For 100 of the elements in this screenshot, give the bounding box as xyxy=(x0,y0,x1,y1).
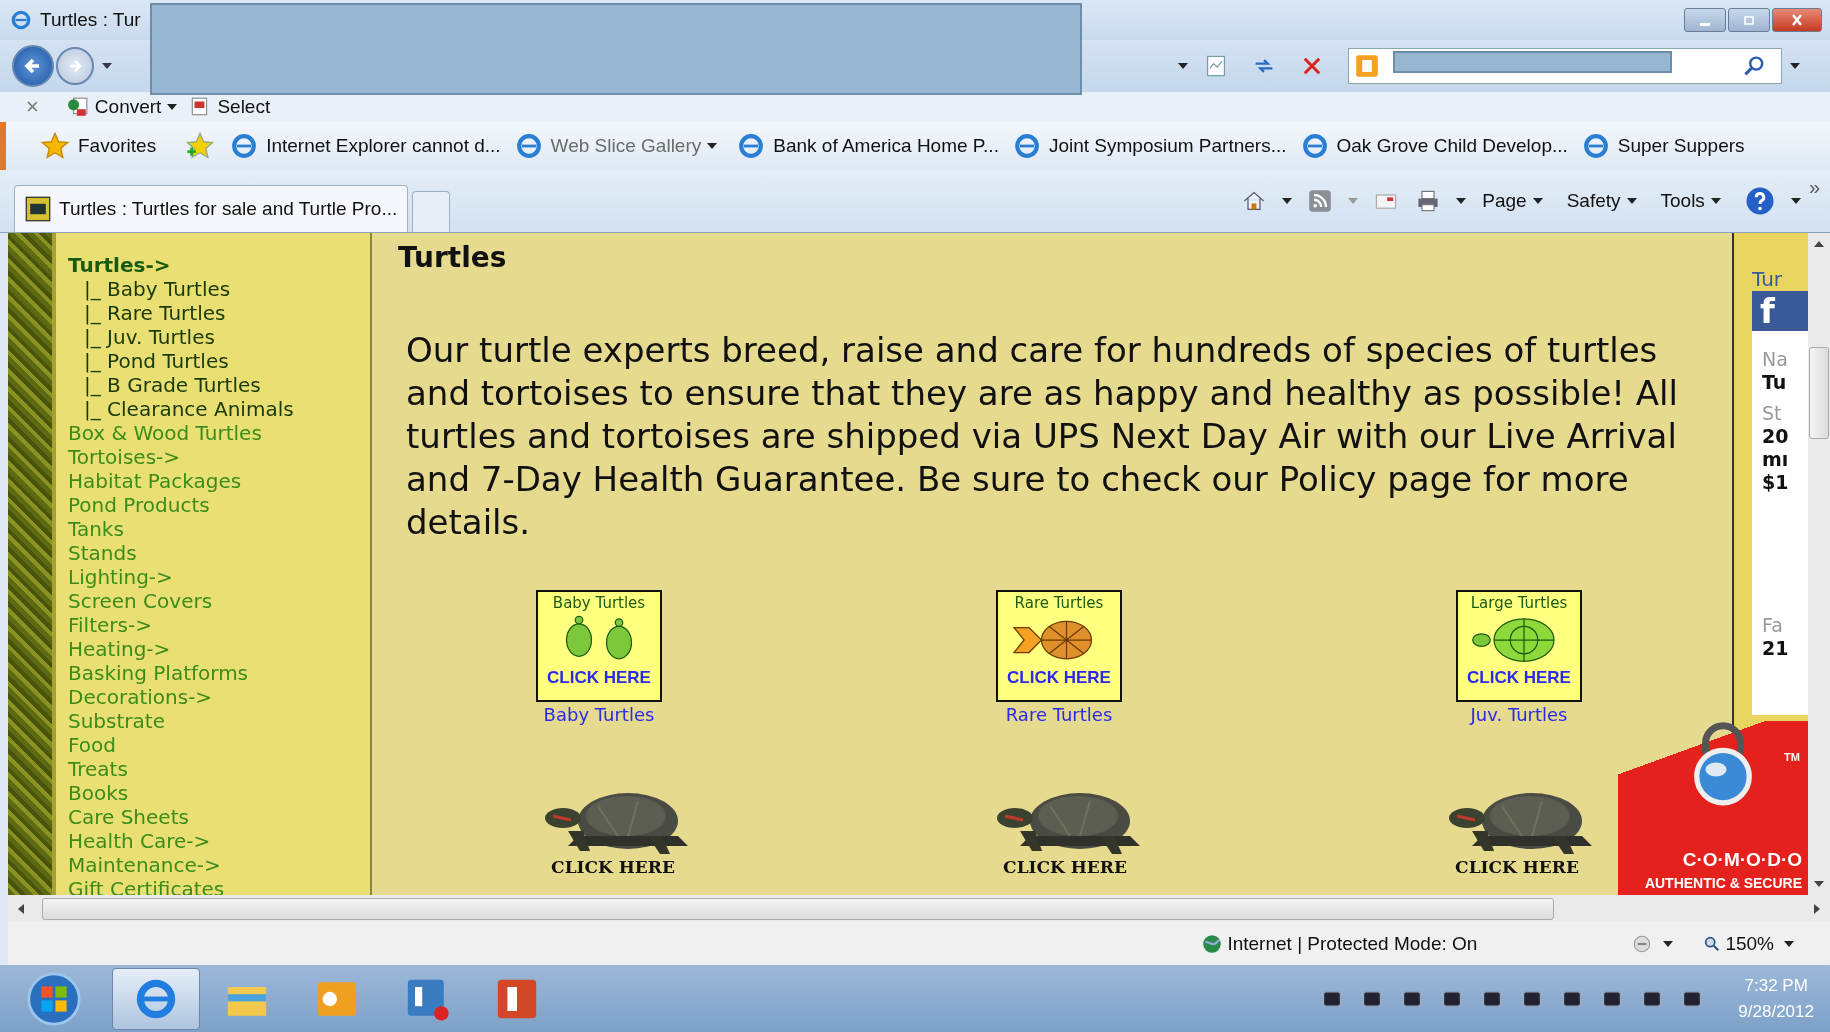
widget-text: Na xyxy=(1762,349,1789,370)
sidebar-link[interactable]: Basking Platforms xyxy=(68,661,370,685)
sidebar-link[interactable]: Box & Wood Turtles xyxy=(68,421,370,445)
caret-icon[interactable] xyxy=(1784,940,1794,947)
add-favorite-icon[interactable] xyxy=(184,132,217,160)
sidebar-link[interactable]: Screen Covers xyxy=(68,589,370,613)
favorite-link[interactable]: Bank of America Home P... xyxy=(773,135,999,157)
back-button[interactable] xyxy=(12,45,54,87)
caret-icon xyxy=(167,104,178,110)
category-banner[interactable]: Baby Turtles CLICK HERE xyxy=(536,590,662,702)
home-icon[interactable] xyxy=(1242,189,1267,213)
category-banner[interactable]: Rare Turtles CLICK HERE xyxy=(996,590,1122,702)
sidebar-link[interactable]: Substrate xyxy=(68,709,370,733)
scroll-right-icon[interactable] xyxy=(1814,903,1820,914)
scrollbar-thumb[interactable] xyxy=(1809,347,1829,439)
search-provider-icon xyxy=(1355,54,1379,78)
social-logo[interactable]: f xyxy=(1752,291,1808,331)
favorite-link[interactable]: Web Slice Gallery xyxy=(550,135,724,157)
sidebar-link[interactable]: Care Sheets xyxy=(68,805,370,829)
page-icon xyxy=(1581,132,1610,160)
favorite-link[interactable]: Oak Grove Child Develop... xyxy=(1336,135,1568,157)
category-link[interactable]: Rare Turtles xyxy=(1005,704,1113,725)
category-link[interactable]: Juv. Turtles xyxy=(1470,704,1568,725)
browser-tab[interactable]: Turtles : Turtles for sale and Turtle Pro... xyxy=(14,185,409,232)
banner-click-text: CLICK HERE xyxy=(547,668,651,688)
sidebar-link[interactable]: Filters-> xyxy=(68,613,370,637)
sidebar-link[interactable]: Books xyxy=(68,781,370,805)
scroll-left-icon[interactable] xyxy=(18,903,24,914)
favorite-link[interactable]: Internet Explorer cannot d... xyxy=(266,135,501,157)
scrollbar-thumb[interactable] xyxy=(42,897,1554,920)
toolbar-button[interactable]: Convert xyxy=(94,96,184,118)
security-seal[interactable]: TM C·O·M·O·D·O AUTHENTIC & SECURE xyxy=(1618,721,1808,895)
page-icon xyxy=(737,132,766,160)
widget-text: Fa xyxy=(1762,615,1784,636)
close-toolbar-button[interactable]: × xyxy=(26,94,39,120)
start-button[interactable] xyxy=(26,970,82,1027)
sidebar-link[interactable]: |_ Pond Turtles xyxy=(68,349,370,373)
history-caret-icon[interactable] xyxy=(102,63,112,69)
sidebar-link[interactable]: Food xyxy=(68,733,370,757)
forward-button[interactable] xyxy=(56,47,94,85)
security-zone-text: Internet | Protected Mode: On xyxy=(1227,932,1478,955)
sidebar-link[interactable]: Habitat Packages xyxy=(68,469,370,493)
toolbar-menu[interactable]: Safety xyxy=(1566,190,1643,212)
caret-icon[interactable] xyxy=(1456,198,1467,204)
sidebar-link[interactable]: Treats xyxy=(68,757,370,781)
toolbar-button[interactable]: Select xyxy=(217,96,271,118)
sidebar-link[interactable]: |_ Rare Turtles xyxy=(68,301,370,325)
sidebar-link[interactable]: Decorations-> xyxy=(68,685,370,709)
restore-button[interactable] xyxy=(1728,8,1770,32)
sidebar-link[interactable]: Lighting-> xyxy=(68,565,370,589)
pdf-convert-icon xyxy=(66,96,89,118)
more-button[interactable]: » xyxy=(1808,176,1820,199)
horizontal-scrollbar[interactable] xyxy=(8,895,1830,922)
vertical-scrollbar[interactable] xyxy=(1808,233,1830,895)
sidebar-link[interactable]: Pond Products xyxy=(68,493,370,517)
widget-text: Tu xyxy=(1762,372,1788,393)
banner-title: Large Turtles xyxy=(1470,594,1568,612)
caret-icon[interactable] xyxy=(1663,940,1674,947)
favorites-button[interactable]: Favorites xyxy=(34,128,163,164)
sidebar-link[interactable]: |_ Juv. Turtles xyxy=(68,325,370,349)
caret-icon xyxy=(1710,198,1721,204)
browser-logo-icon xyxy=(10,9,32,31)
sidebar-link[interactable]: Maintenance-> xyxy=(68,853,370,877)
sidebar-link[interactable]: |_ Clearance Animals xyxy=(68,397,370,421)
search-field[interactable] xyxy=(1348,48,1782,84)
caret-icon[interactable] xyxy=(1790,198,1801,204)
sidebar-link[interactable]: |_ Baby Turtles xyxy=(68,277,370,301)
click-here-link[interactable]: CLICK HERE xyxy=(551,857,675,877)
toolbar-menu[interactable]: Tools xyxy=(1660,190,1727,212)
toolbar-menu[interactable]: Page xyxy=(1482,190,1549,212)
minimize-button[interactable] xyxy=(1684,8,1726,32)
category-banner[interactable]: Large Turtles CLICK HERE xyxy=(1456,590,1582,702)
sidebar-link[interactable]: Heating-> xyxy=(68,637,370,661)
help-icon[interactable] xyxy=(1744,186,1775,216)
taskbar-app-button[interactable] xyxy=(112,967,200,1030)
banner-title: Baby Turtles xyxy=(552,594,646,612)
sidebar-link[interactable]: Turtles-> xyxy=(68,253,370,277)
scroll-up-icon[interactable] xyxy=(1814,241,1824,247)
search-caret-icon[interactable] xyxy=(1790,63,1800,69)
print-icon[interactable] xyxy=(1416,189,1441,213)
sidebar-link[interactable]: Stands xyxy=(68,541,370,565)
close-button[interactable] xyxy=(1772,8,1822,32)
category-link[interactable]: Baby Turtles xyxy=(543,704,655,725)
minimize-icon xyxy=(1700,22,1710,26)
scroll-down-icon[interactable] xyxy=(1814,881,1824,887)
favorite-link[interactable]: Joint Symposium Partners... xyxy=(1048,135,1287,157)
widget-text: $1 xyxy=(1762,472,1790,493)
caret-icon[interactable] xyxy=(1282,198,1293,204)
intro-paragraph: Our turtle experts breed, raise and care for hundreds of species of turtles and tortoises to ensure that they are as happy and healthy as possible! All turtles and tortoises are shipped via UPS Next Day Air with our Live Arrival and 7-Day Health Guarantee. Be sure to check our Policy page for more details. xyxy=(406,329,1679,544)
sidebar-link[interactable]: Tanks xyxy=(68,517,370,541)
feed-icon[interactable] xyxy=(1308,189,1333,213)
page-icon xyxy=(1300,132,1329,160)
sidebar-link[interactable]: Health Care-> xyxy=(68,829,370,853)
sidebar-link[interactable]: |_ B Grade Turtles xyxy=(68,373,370,397)
sidebar-link[interactable]: Tortoises-> xyxy=(68,445,370,469)
zoom-level-button[interactable]: 150% xyxy=(1703,932,1774,955)
address-caret-icon[interactable] xyxy=(1178,63,1188,69)
click-here-link[interactable]: CLICK HERE xyxy=(1003,857,1127,877)
favorite-link[interactable]: Super Suppers xyxy=(1617,135,1745,157)
click-here-link[interactable]: CLICK HERE xyxy=(1455,857,1579,877)
